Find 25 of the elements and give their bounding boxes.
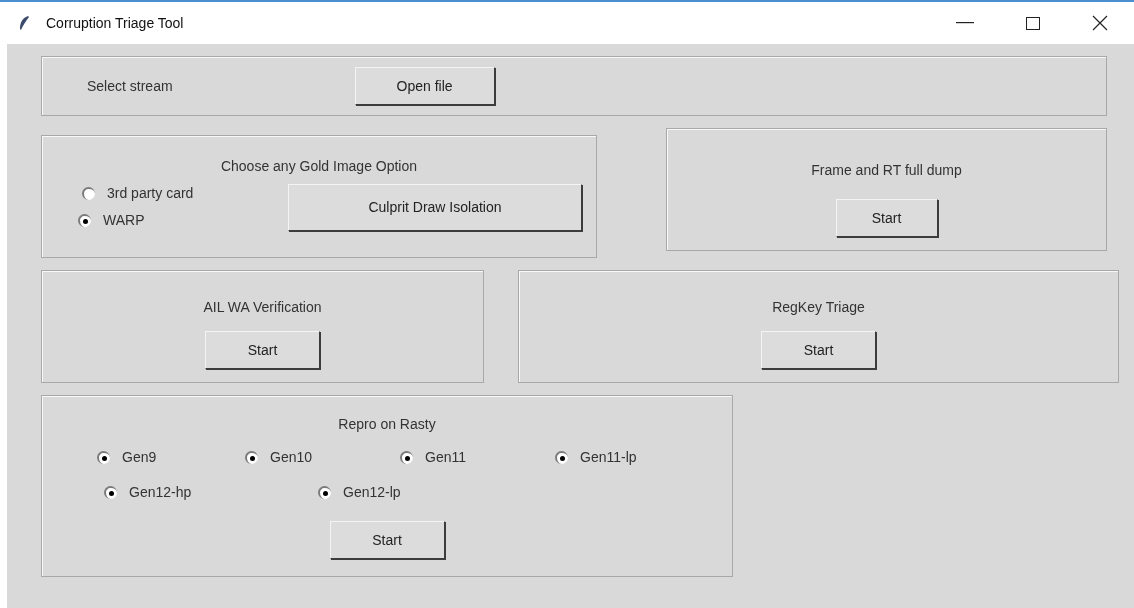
push-button[interactable]: Start bbox=[205, 331, 320, 369]
radio-option[interactable]: Gen10 bbox=[245, 447, 400, 468]
panel-title: Select stream bbox=[87, 76, 173, 96]
push-button[interactable]: Start bbox=[329, 521, 445, 559]
close-icon[interactable] bbox=[1092, 15, 1108, 31]
radio-option[interactable]: WARP bbox=[78, 210, 288, 231]
minimize-icon[interactable] bbox=[956, 22, 974, 24]
push-button[interactable]: Start bbox=[835, 199, 938, 237]
window-title: Corruption Triage Tool bbox=[46, 13, 184, 33]
push-button[interactable]: Culprit Draw Isolation bbox=[288, 183, 582, 231]
panel-title: Choose any Gold Image Option bbox=[220, 157, 418, 176]
radio-option[interactable]: Gen11 bbox=[400, 447, 555, 468]
radio-option[interactable]: Gen11-lp bbox=[555, 447, 637, 468]
maximize-icon[interactable] bbox=[1026, 16, 1040, 30]
push-button[interactable]: Start bbox=[761, 331, 876, 369]
radio-option[interactable]: Gen12-lp bbox=[318, 482, 401, 503]
radio-option[interactable]: 3rd party card bbox=[82, 183, 288, 204]
feather-icon bbox=[18, 15, 30, 31]
push-button[interactable]: Open file bbox=[354, 67, 495, 105]
panel-title: Repro on Rasty bbox=[338, 415, 436, 434]
panel-title: Frame and RT full dump bbox=[811, 161, 962, 180]
radio-option[interactable]: Gen9 bbox=[97, 447, 245, 468]
panel-title: AIL WA Verification bbox=[203, 298, 322, 317]
radio-option[interactable]: Gen12-hp bbox=[104, 482, 318, 503]
panel-title: RegKey Triage bbox=[772, 298, 865, 317]
